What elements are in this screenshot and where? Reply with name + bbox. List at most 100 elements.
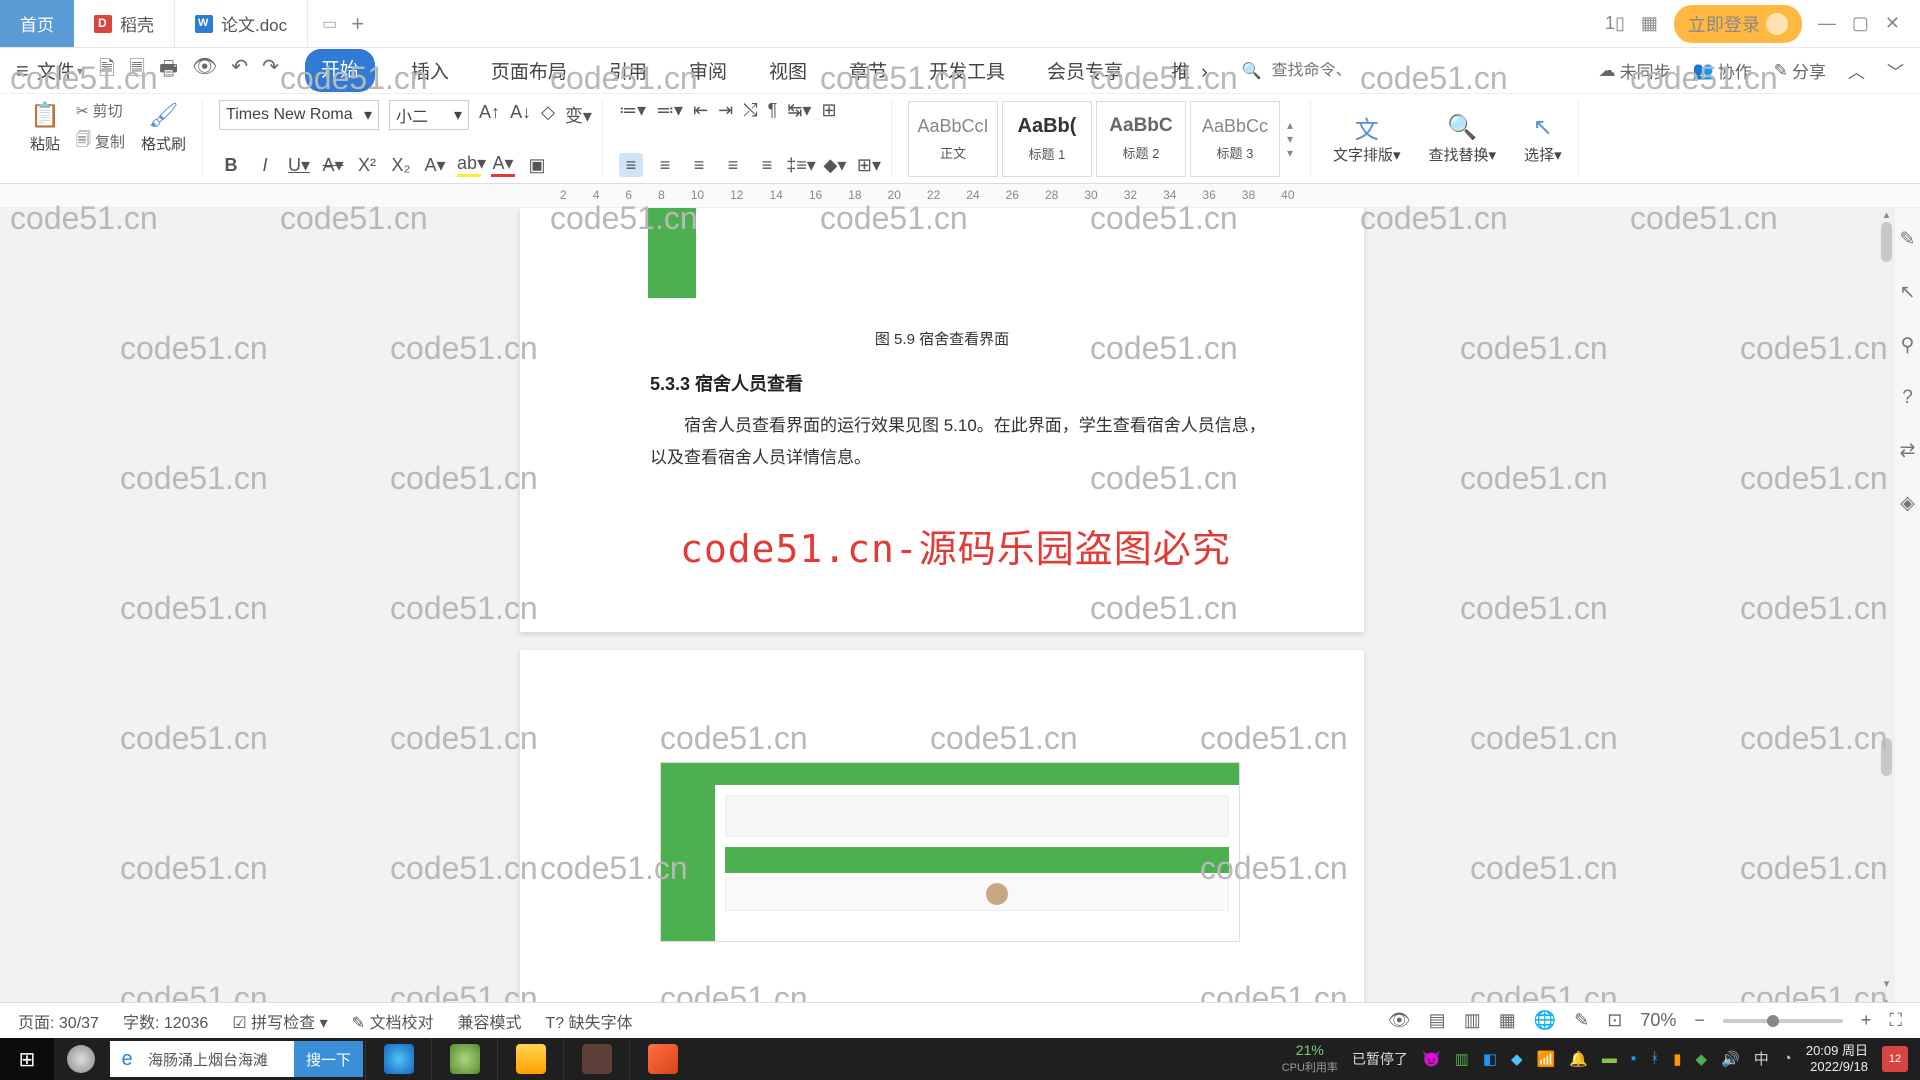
tab-document[interactable]: 论文.doc	[175, 0, 308, 47]
bullets-button[interactable]: ≔▾	[619, 100, 646, 121]
app-wps[interactable]	[629, 1038, 695, 1080]
clear-format-icon[interactable]: ◇	[541, 102, 555, 128]
font-size-select[interactable]: 小二▾	[389, 100, 469, 130]
char-border-button[interactable]: ▣	[525, 155, 549, 176]
scroll-thumb[interactable]	[1881, 222, 1892, 262]
print-icon[interactable]: 🖶	[159, 54, 178, 88]
decrease-indent-button[interactable]: ⇤	[693, 100, 708, 121]
style-h2[interactable]: AaBbC标题 2	[1096, 101, 1186, 177]
tab-start[interactable]: 开始	[305, 49, 375, 92]
tab-button[interactable]: ↹▾	[787, 100, 811, 121]
styles-more[interactable]: ▴▾▾	[1280, 118, 1300, 160]
cut-button[interactable]: ✂ 剪切	[76, 100, 125, 121]
cursor-tool-icon[interactable]: ↖	[1900, 281, 1916, 304]
clock[interactable]: 20:09 周日2022/9/18	[1806, 1043, 1868, 1074]
pilcrow-button[interactable]: ¶	[768, 100, 778, 121]
font-color-button[interactable]: A▾	[491, 153, 515, 177]
start-button[interactable]: ⊞	[0, 1038, 54, 1080]
vertical-scrollbar[interactable]: ▴ ▾ ▴ ▾	[1879, 208, 1894, 1040]
numbering-button[interactable]: ≕▾	[656, 100, 683, 121]
file-menu[interactable]: 文件	[37, 57, 83, 84]
page-current[interactable]: 图 5.9 宿舍查看界面 5.3.3 宿舍人员查看 宿舍人员查看界面的运行效果见…	[520, 208, 1364, 632]
zoom-slider[interactable]	[1723, 1019, 1843, 1023]
format-brush-button[interactable]: 🖌格式刷	[135, 101, 192, 154]
ruler[interactable]: 246810121416182022242628303234363840	[0, 184, 1920, 208]
border-none-button[interactable]: ⊞	[821, 100, 836, 121]
collapse-up-icon[interactable]: ︿	[1848, 58, 1865, 83]
ime-indicator[interactable]: 中	[1754, 1048, 1769, 1069]
tray-icon-4[interactable]: ◆	[1511, 1050, 1523, 1068]
page-indicator[interactable]: 页面: 30/37	[18, 1009, 99, 1033]
tab-home[interactable]: 首页	[0, 0, 74, 47]
shading-button[interactable]: ◆▾	[823, 153, 847, 177]
translate-icon[interactable]: ⇄	[1900, 439, 1916, 462]
zoom-value[interactable]: 70%	[1640, 1010, 1676, 1031]
tray-icon-green[interactable]: ▬	[1602, 1050, 1617, 1067]
share-button[interactable]: ✎ 分享	[1774, 58, 1826, 83]
minimize-icon[interactable]: —	[1818, 13, 1836, 34]
save-icon[interactable]: 🗎	[99, 54, 115, 88]
tray-icon-1[interactable]: 😈	[1422, 1050, 1441, 1068]
scroll-up-icon[interactable]: ▴	[1879, 208, 1894, 223]
tab-layout[interactable]: 页面布局	[485, 49, 573, 92]
style-body[interactable]: AaBbCcI正文	[908, 101, 998, 177]
help-icon[interactable]: ?	[1902, 387, 1913, 409]
read-layout-icon[interactable]: ▤	[1429, 1010, 1446, 1031]
shrink-font-icon[interactable]: A↓	[510, 102, 531, 128]
login-button[interactable]: 立即登录	[1674, 5, 1802, 43]
increase-indent-button[interactable]: ⇥	[718, 100, 733, 121]
tray-icon-phone[interactable]: ▮	[1673, 1050, 1681, 1068]
sort-button[interactable]: ⤭	[743, 100, 757, 121]
phonetic-icon[interactable]: 变▾	[565, 102, 592, 128]
page-next[interactable]	[520, 650, 1364, 1040]
tray-icon-shield[interactable]: ◆	[1696, 1050, 1708, 1068]
app-360[interactable]	[431, 1038, 497, 1080]
document-area[interactable]: 图 5.9 宿舍查看界面 5.3.3 宿舍人员查看 宿舍人员查看界面的运行效果见…	[0, 208, 1894, 1040]
layout-1-icon[interactable]: 1▯	[1605, 13, 1625, 34]
edit-mode-icon[interactable]: ✎	[1574, 1010, 1589, 1031]
text-effect-button[interactable]: A▾	[423, 155, 447, 176]
italic-button[interactable]: I	[253, 155, 277, 176]
grow-font-icon[interactable]: A↑	[479, 102, 500, 128]
notifications-icon[interactable]: 🔔	[1569, 1050, 1588, 1068]
focus-mode-icon[interactable]: 👁	[1388, 1010, 1411, 1031]
tray-icon-blue[interactable]: ▪	[1631, 1050, 1636, 1067]
tray-icon-circle[interactable]: ◔	[1783, 1050, 1792, 1067]
zoom-fit-icon[interactable]: ⊡	[1607, 1010, 1622, 1031]
wifi-icon[interactable]: 📶	[1537, 1050, 1556, 1068]
assistant-orb[interactable]	[54, 1038, 108, 1080]
missing-font[interactable]: T? 缺失字体	[546, 1009, 633, 1033]
share-doc-icon[interactable]: 🗏	[129, 54, 145, 88]
proofread[interactable]: ✎ 文档校对	[352, 1009, 434, 1033]
pencil-tool-icon[interactable]: ✎	[1900, 228, 1916, 251]
copy-button[interactable]: 🗐 复制	[76, 129, 125, 154]
select-button[interactable]: ↖选择▾	[1518, 112, 1568, 165]
bluetooth-icon[interactable]: ᚼ	[1650, 1050, 1659, 1067]
tab-chapter[interactable]: 章节	[843, 49, 893, 92]
coop-button[interactable]: 👥 协作	[1693, 58, 1752, 83]
undo-icon[interactable]: ↶	[231, 54, 248, 88]
spell-check[interactable]: ☑ 拼写检查 ▾	[232, 1009, 327, 1033]
underline-button[interactable]: U▾	[287, 155, 311, 176]
app-explorer[interactable]	[497, 1038, 563, 1080]
strike-button[interactable]: A▾	[321, 155, 345, 176]
font-name-select[interactable]: Times New Roma▾	[219, 100, 379, 130]
taskbar-search[interactable]: e 海肠涌上烟台海滩 搜一下	[110, 1041, 363, 1077]
style-h3[interactable]: AaBbCc标题 3	[1190, 101, 1280, 177]
tab-menu-icon[interactable]: ▭	[322, 14, 337, 34]
highlight-button[interactable]: ab▾	[457, 153, 481, 177]
diamond-icon[interactable]: ◈	[1900, 492, 1915, 515]
sync-status[interactable]: ☁ 未同步	[1599, 58, 1671, 83]
line-spacing-button[interactable]: ‡≡▾	[789, 153, 813, 177]
tab-review[interactable]: 审阅	[683, 49, 733, 92]
search-go-button[interactable]: 搜一下	[294, 1041, 363, 1077]
zoom-in-icon[interactable]: +	[1861, 1010, 1872, 1031]
align-justify-button[interactable]: ≡	[721, 153, 745, 177]
tab-vip[interactable]: 会员专享	[1041, 49, 1129, 92]
web-layout-icon[interactable]: 🌐	[1534, 1010, 1556, 1031]
fullscreen-icon[interactable]: ⛶	[1889, 1010, 1902, 1031]
outline-icon[interactable]: ▦	[1499, 1010, 1516, 1031]
tab-insert[interactable]: 插入	[405, 49, 455, 92]
bold-button[interactable]: B	[219, 155, 243, 176]
volume-icon[interactable]: 🔊	[1721, 1050, 1740, 1068]
